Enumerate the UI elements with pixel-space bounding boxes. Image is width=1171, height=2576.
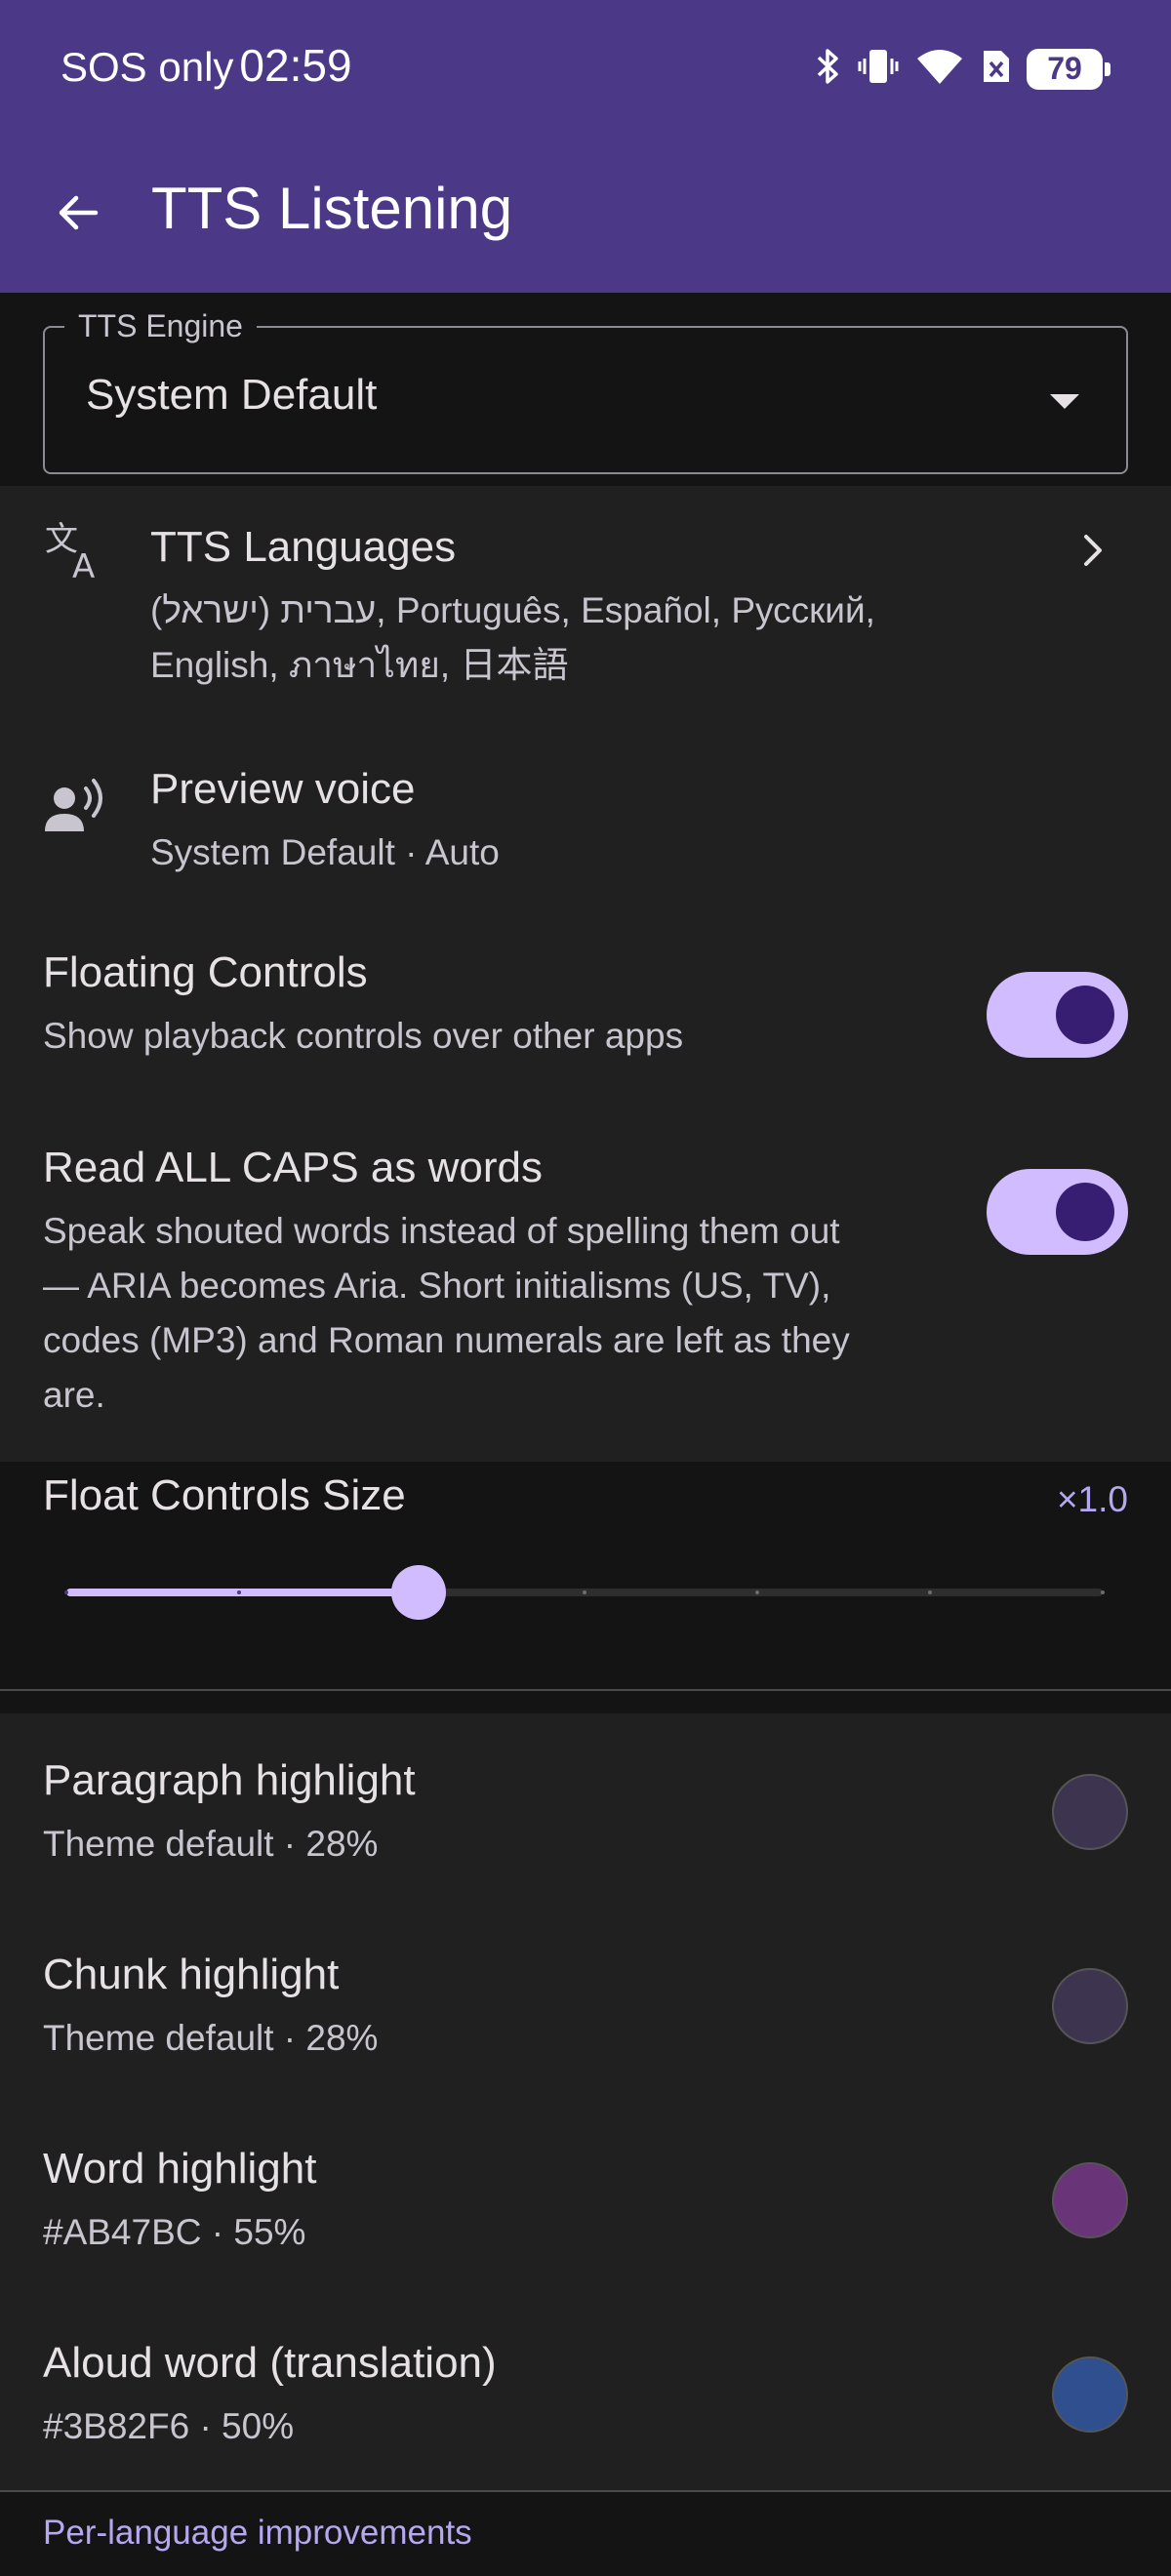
floating-controls-title: Floating Controls (43, 948, 368, 996)
highlight-title: Word highlight (43, 2145, 317, 2193)
highlight-subtitle: Theme default · 28% (43, 2018, 379, 2058)
highlight-title: Chunk highlight (43, 1951, 340, 1998)
app-bar: TTS Listening (0, 137, 1171, 293)
read-caps-switch[interactable] (987, 1169, 1128, 1255)
tts-languages-line1: (עברית (ישראל, Português, Español, Русск… (150, 590, 875, 630)
slider-tick (583, 1590, 586, 1594)
preview-voice-subtitle: System Default · Auto (150, 832, 500, 872)
slider-tick (1101, 1590, 1105, 1594)
dropdown-arrow-icon (1050, 394, 1079, 409)
carrier-text: SOS only (61, 44, 234, 90)
engine-label: TTS Engine (64, 308, 257, 344)
translate-icon: 文A (41, 515, 109, 584)
read-caps-row[interactable]: Read ALL CAPS as words Speak shouted wor… (0, 1101, 1171, 1462)
float-size-value: ×1.0 (1056, 1479, 1128, 1519)
float-size-section: Float Controls Size ×1.0 (0, 1462, 1171, 1713)
word-highlight-row[interactable]: Word highlight #AB47BC · 55% (0, 2102, 1171, 2296)
read-caps-line4: are. (43, 1375, 105, 1415)
svg-text:A: A (72, 547, 95, 582)
arrow-back-icon (55, 189, 101, 241)
engine-section: TTS Engine System Default (0, 293, 1171, 486)
slider-active-track (66, 1589, 420, 1596)
floating-controls-switch[interactable] (987, 972, 1128, 1058)
tts-languages-title: TTS Languages (150, 523, 457, 571)
color-swatch[interactable] (1052, 1968, 1128, 2044)
tts-engine-dropdown[interactable]: TTS Engine System Default (43, 308, 1128, 474)
floating-controls-row[interactable]: Floating Controls Show playback controls… (0, 906, 1171, 1101)
read-caps-title: Read ALL CAPS as words (43, 1144, 543, 1191)
highlight-subtitle: Theme default · 28% (43, 1824, 379, 1864)
section-divider (0, 1689, 1171, 1691)
page-title: TTS Listening (151, 176, 513, 241)
slider-tick (64, 1590, 68, 1594)
floating-controls-subtitle: Show playback controls over other apps (43, 1016, 684, 1056)
highlight-subtitle: #AB47BC · 55% (43, 2212, 306, 2252)
slider-tick (755, 1590, 759, 1594)
color-swatch[interactable] (1052, 2162, 1128, 2238)
highlight-title: Aloud word (translation) (43, 2339, 497, 2387)
float-size-title: Float Controls Size (43, 1471, 406, 1519)
read-caps-line2: — ARIA becomes Aria. Short initialisms (… (43, 1266, 831, 1306)
slider-thumb[interactable] (391, 1565, 447, 1620)
highlight-subtitle: #3B82F6 · 50% (43, 2406, 295, 2446)
engine-value: System Default (86, 371, 378, 419)
float-size-slider[interactable] (64, 1565, 1105, 1620)
per-language-section-header: Per-language improvements (0, 2490, 1171, 2576)
status-icons: 79 (816, 47, 1110, 91)
switch-knob (1056, 1183, 1114, 1241)
switch-knob (1056, 986, 1114, 1044)
settings-group: 文A TTS Languages (עברית (ישראל, Portuguê… (0, 486, 1171, 1462)
slider-tick (928, 1590, 932, 1594)
back-button[interactable] (39, 176, 117, 254)
read-caps-line3: codes (MP3) and Roman numerals are left … (43, 1320, 850, 1360)
status-bar: SOS only 02:59 79 (0, 0, 1171, 137)
highlight-title: Paragraph highlight (43, 1756, 416, 1804)
tts-languages-line2: English, ภาษาไทย, 日本語 (150, 645, 569, 685)
wifi-icon (915, 47, 964, 91)
color-swatch[interactable] (1052, 2356, 1128, 2433)
tts-languages-row[interactable]: 文A TTS Languages (עברית (ישראל, Portuguê… (0, 486, 1171, 720)
chevron-right-icon (1073, 531, 1112, 570)
status-left: SOS only 02:59 (61, 39, 352, 92)
chunk-highlight-row[interactable]: Chunk highlight Theme default · 28% (0, 1908, 1171, 2102)
per-language-label: Per-language improvements (43, 2514, 472, 2552)
vibrate-icon (857, 47, 900, 91)
no-sim-icon (980, 47, 1011, 91)
record-voice-icon (41, 775, 109, 843)
battery-icon: 79 (1027, 48, 1110, 90)
clock: 02:59 (239, 40, 352, 91)
color-swatch[interactable] (1052, 1774, 1128, 1850)
paragraph-highlight-row[interactable]: Paragraph highlight Theme default · 28% (0, 1713, 1171, 1908)
aloud-word-highlight-row[interactable]: Aloud word (translation) #3B82F6 · 50% (0, 2296, 1171, 2490)
preview-voice-row[interactable]: Preview voice System Default · Auto (0, 720, 1171, 906)
read-caps-line1: Speak shouted words instead of spelling … (43, 1211, 840, 1251)
highlight-settings-group: Paragraph highlight Theme default · 28% … (0, 1713, 1171, 2490)
bluetooth-icon (816, 47, 841, 91)
preview-voice-title: Preview voice (150, 765, 416, 813)
slider-tick (237, 1590, 241, 1594)
